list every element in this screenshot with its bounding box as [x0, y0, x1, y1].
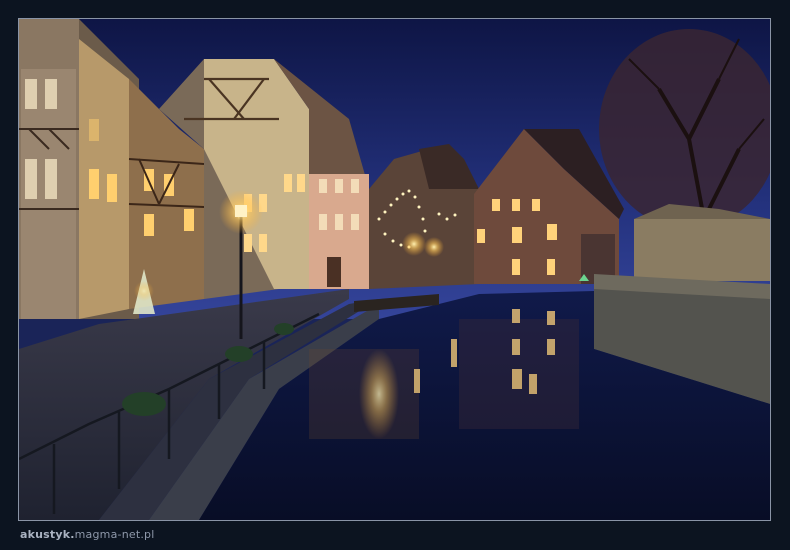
- credit-author: akustyk.: [20, 528, 75, 541]
- photo-credit: akustyk.magma-net.pl: [20, 528, 155, 541]
- photo-frame: [18, 18, 771, 521]
- night-canal-photo: [19, 19, 770, 520]
- credit-site[interactable]: magma-net.pl: [75, 528, 155, 541]
